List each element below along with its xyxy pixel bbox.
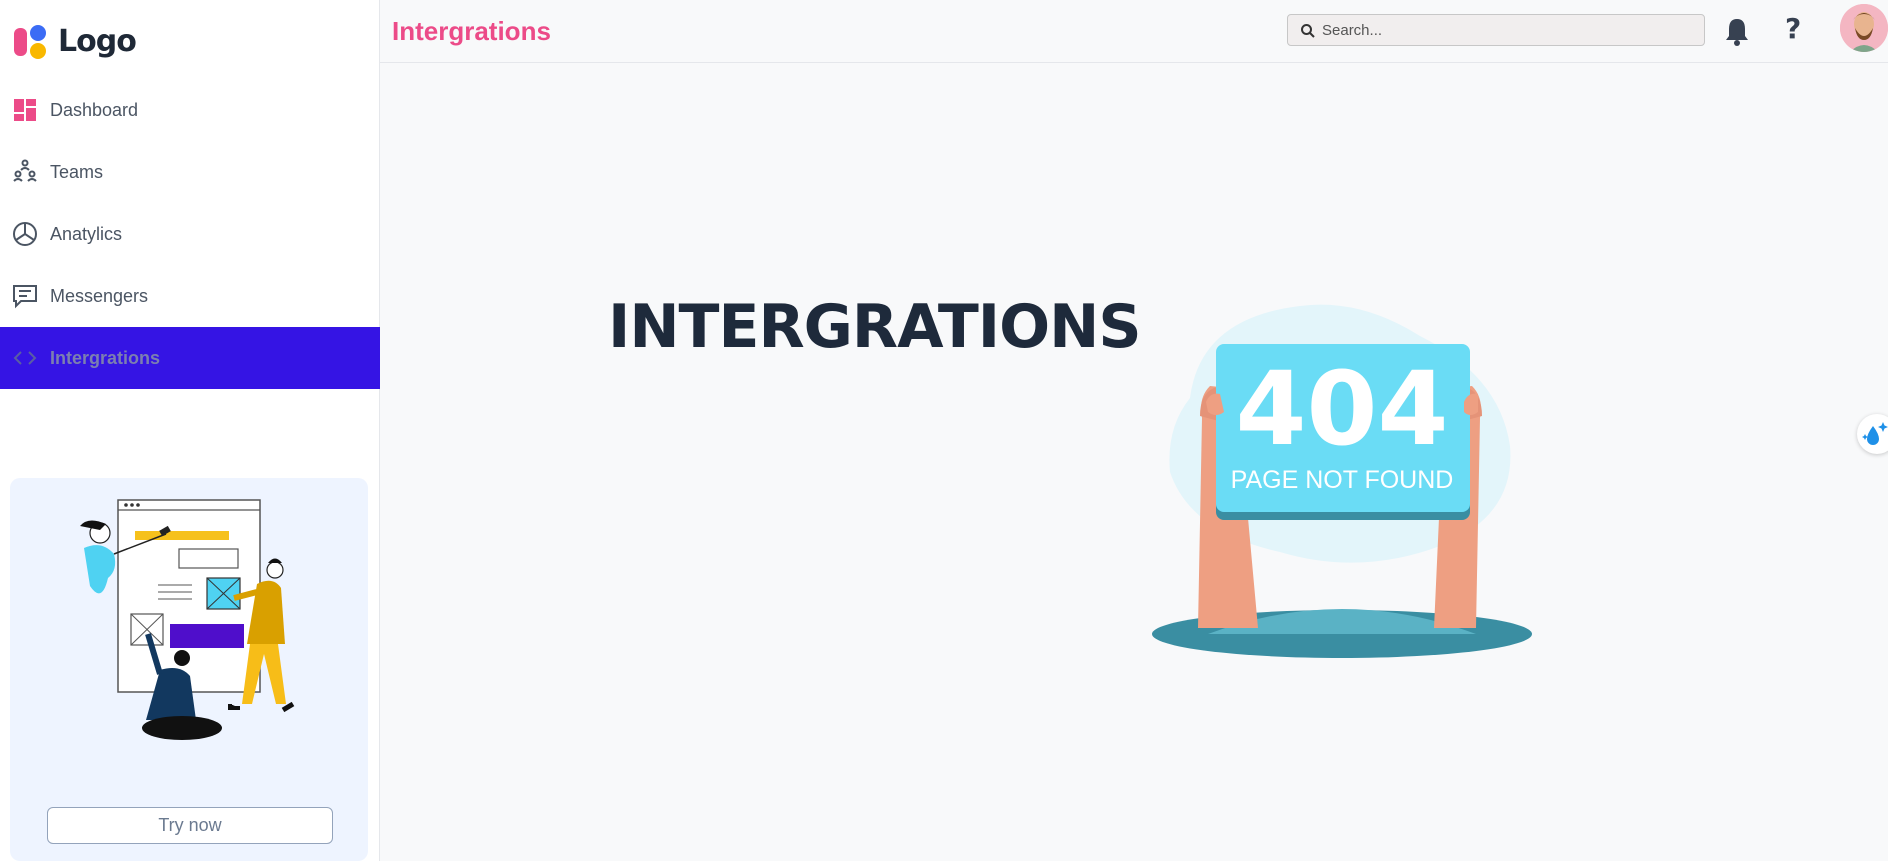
search-box[interactable] — [1287, 14, 1705, 46]
teams-icon — [12, 159, 38, 185]
avatar[interactable] — [1840, 4, 1888, 52]
analytics-icon — [12, 221, 38, 247]
messengers-icon — [12, 283, 38, 309]
top-header: Intergrations ? — [380, 0, 1888, 63]
logo-text: Logo — [58, 23, 137, 59]
search-icon — [1301, 24, 1315, 38]
sidebar-item-messengers[interactable]: Messengers — [0, 265, 380, 327]
sidebar-item-label: Anatylics — [50, 223, 123, 244]
sidebar-item-label: Intergrations — [50, 347, 161, 368]
droplet-sparkle-icon — [1862, 422, 1888, 445]
sidebar-item-label: Dashboard — [50, 99, 139, 120]
error-code-text: 404 — [1236, 350, 1449, 469]
logo-icon — [14, 25, 46, 59]
sidebar-item-dashboard[interactable]: Dashboard — [0, 79, 380, 141]
sidebar: Logo Dashboard Teams Anatylics Messenger… — [0, 0, 380, 861]
sidebar-nav: Dashboard Teams Anatylics Messengers Int… — [0, 79, 380, 389]
floating-assistant-button[interactable] — [1857, 414, 1888, 454]
logo[interactable]: Logo — [12, 22, 137, 60]
help-icon[interactable]: ? — [1785, 12, 1801, 45]
sidebar-item-analytics[interactable]: Anatylics — [0, 203, 380, 265]
sidebar-item-label: Messengers — [50, 285, 149, 306]
dashboard-icon — [12, 97, 38, 123]
sidebar-item-teams[interactable]: Teams — [0, 141, 380, 203]
code-icon — [12, 345, 38, 371]
sidebar-item-label: Teams — [50, 161, 104, 182]
main-heading: INTERGRATIONS — [608, 292, 1142, 362]
user-avatar-image — [1840, 4, 1888, 52]
search-input[interactable] — [1322, 17, 1692, 43]
try-now-button[interactable]: Try now — [47, 807, 333, 844]
page-title: Intergrations — [392, 16, 551, 46]
page-not-found-illustration: 404 PAGE NOT FOUND — [1152, 304, 1532, 658]
team-collaboration-illustration — [80, 499, 295, 740]
sidebar-item-integrations[interactable]: Intergrations — [0, 327, 380, 389]
promo-card: Try now — [10, 478, 368, 861]
bell-icon[interactable] — [1723, 16, 1751, 46]
error-message-text: PAGE NOT FOUND — [1231, 466, 1454, 494]
